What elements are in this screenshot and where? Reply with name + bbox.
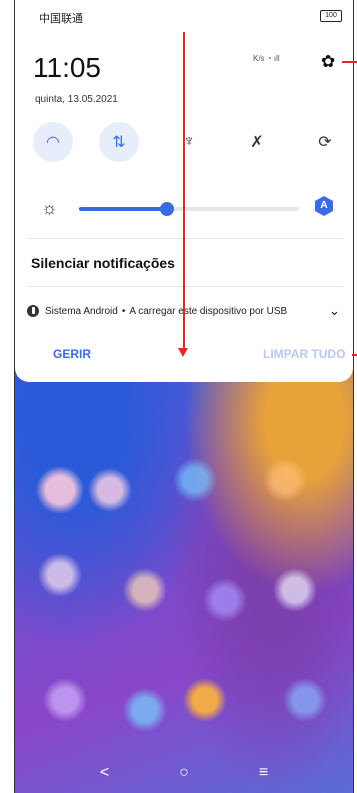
bluetooth-icon: ✗ <box>250 134 264 151</box>
android-system-icon <box>27 305 39 317</box>
home-icon[interactable]: ○ <box>179 764 189 782</box>
annotation-leader-line <box>342 61 357 63</box>
carrier-name: 中国联通 <box>39 13 83 25</box>
silence-notifications-label[interactable]: Silenciar notificações <box>31 255 175 271</box>
annotation-arrow-line <box>183 290 185 304</box>
brightness-knob[interactable] <box>160 202 174 216</box>
signal-icon: ◔ ıll <box>266 54 280 63</box>
chevron-down-icon[interactable]: ⌄ <box>329 303 340 319</box>
brightness-slider[interactable] <box>79 202 299 216</box>
divider <box>27 238 343 239</box>
notification-separator: • <box>121 305 126 317</box>
navigation-bar: < ○ ≡ <box>15 758 353 788</box>
menu-icon[interactable]: ≡ <box>259 764 268 782</box>
network-status-icons: K/s ◔ ıll <box>253 54 280 63</box>
data-arrows-icon: ⇅ <box>112 134 126 151</box>
settings-gear-icon[interactable]: ✿ <box>321 52 335 72</box>
bluetooth-toggle[interactable]: ✗ <box>237 122 277 162</box>
rotate-icon: ⟳ <box>318 134 332 151</box>
flashlight-icon: ♆ <box>183 133 195 150</box>
clear-all-button[interactable]: LIMPAR TUDO <box>263 347 345 361</box>
wifi-icon: ◠ <box>46 134 60 151</box>
auto-rotate-toggle[interactable]: ⟳ <box>305 122 345 162</box>
brightness-low-icon: ☼ <box>41 198 58 218</box>
notification-app-name: Sistema Android <box>45 305 118 317</box>
date: quinta, 13.05.2021 <box>35 94 118 105</box>
annotation-arrowhead-icon <box>178 348 188 357</box>
battery-indicator: 100 <box>320 10 342 22</box>
manage-button[interactable]: GERIR <box>53 347 91 361</box>
brightness-fill <box>79 207 167 211</box>
net-speed: K/s <box>253 54 265 63</box>
notification-item[interactable]: Sistema Android • A carregar este dispos… <box>27 300 351 322</box>
notification-message: A carregar este dispositivo por USB <box>129 305 288 317</box>
auto-brightness-icon[interactable]: A <box>315 196 333 216</box>
wifi-toggle[interactable]: ◠ <box>33 122 73 162</box>
divider <box>27 286 343 287</box>
flashlight-toggle[interactable]: ♆ <box>169 122 209 162</box>
mobile-data-toggle[interactable]: ⇅ <box>99 122 139 162</box>
clock: 11:05 <box>33 52 101 83</box>
annotation-leader-line <box>352 354 357 356</box>
back-icon[interactable]: < <box>100 764 109 782</box>
